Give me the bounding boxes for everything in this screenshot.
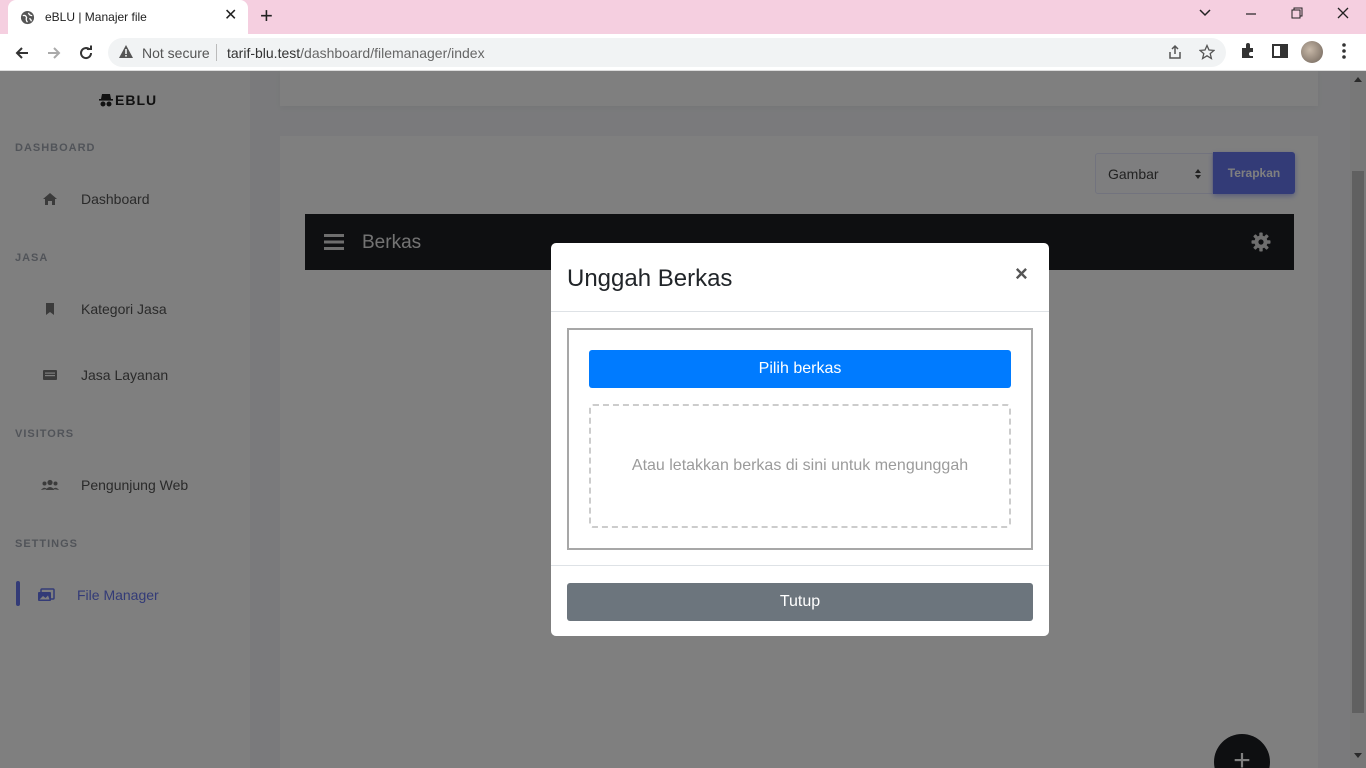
omnibox-divider — [216, 44, 217, 61]
modal-footer-divider — [551, 565, 1049, 566]
back-icon[interactable] — [10, 41, 34, 65]
modal-close-icon[interactable]: × — [1015, 261, 1028, 287]
warning-icon — [119, 45, 133, 58]
star-icon[interactable] — [1199, 44, 1215, 60]
reload-icon[interactable] — [74, 41, 98, 65]
window-close-icon[interactable] — [1336, 6, 1350, 25]
tab-search-icon[interactable] — [1198, 6, 1212, 25]
browser-toolbar: Not secure tarif-blu.test/dashboard/file… — [0, 34, 1366, 71]
profile-avatar[interactable] — [1301, 41, 1323, 63]
close-modal-button[interactable]: Tutup — [567, 583, 1033, 621]
choose-file-button[interactable]: Pilih berkas — [589, 350, 1011, 388]
sidepanel-icon[interactable] — [1271, 42, 1289, 60]
not-secure-label: Not secure — [142, 45, 210, 61]
tab-close-icon[interactable]: ✕ — [224, 8, 237, 24]
upload-area: Pilih berkas Atau letakkan berkas di sin… — [567, 328, 1033, 550]
new-tab-button[interactable]: + — [260, 5, 273, 27]
url-text: tarif-blu.test/dashboard/filemanager/ind… — [227, 45, 485, 61]
extensions-icon[interactable] — [1239, 42, 1257, 60]
url-path: /dashboard/filemanager/index — [300, 45, 485, 61]
globe-icon — [20, 10, 35, 25]
tab-title: eBLU | Manajer file — [45, 10, 147, 24]
url-host: tarif-blu.test — [227, 45, 301, 61]
restore-icon[interactable] — [1290, 6, 1304, 25]
kebab-menu-icon[interactable] — [1336, 42, 1352, 60]
address-bar[interactable]: Not secure tarif-blu.test/dashboard/file… — [108, 38, 1226, 67]
share-icon[interactable] — [1167, 44, 1183, 60]
drop-zone[interactable]: Atau letakkan berkas di sini untuk mengu… — [589, 404, 1011, 528]
browser-tab[interactable]: eBLU | Manajer file ✕ — [8, 0, 248, 34]
minimize-icon[interactable] — [1244, 6, 1258, 25]
browser-tab-bar: eBLU | Manajer file ✕ + — [0, 0, 1366, 34]
modal-title: Unggah Berkas — [567, 265, 733, 292]
upload-modal: Unggah Berkas × Pilih berkas Atau letakk… — [551, 243, 1049, 636]
forward-icon[interactable] — [42, 41, 66, 65]
modal-divider — [551, 311, 1049, 312]
